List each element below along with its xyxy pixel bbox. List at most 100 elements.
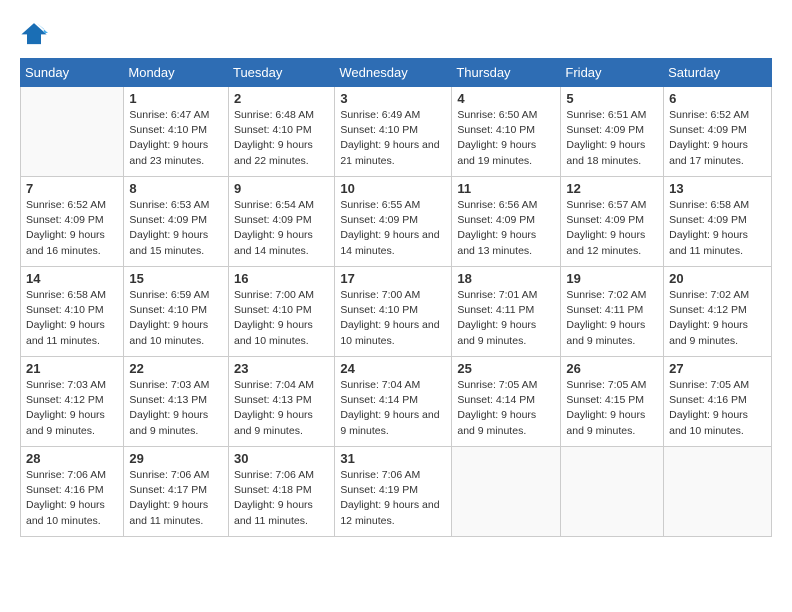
calendar-week-1: 1Sunrise: 6:47 AMSunset: 4:10 PMDaylight… bbox=[21, 87, 772, 177]
calendar-week-5: 28 Sunrise: 7:06 AMSunset: 4:16 PMDayligh… bbox=[21, 447, 772, 537]
calendar-cell: 31Sunrise: 7:06 AMSunset: 4:19 PMDayligh… bbox=[335, 447, 452, 537]
calendar-cell: 15 Sunrise: 6:59 AMSunset: 4:10 PMDayligh… bbox=[124, 267, 229, 357]
calendar-cell: 24 Sunrise: 7:04 AMSunset: 4:14 PMDayligh… bbox=[335, 357, 452, 447]
calendar-cell: 12 Sunrise: 6:57 AMSunset: 4:09 PMDayligh… bbox=[561, 177, 664, 267]
calendar-week-4: 21 Sunrise: 7:03 AMSunset: 4:12 PMDayligh… bbox=[21, 357, 772, 447]
calendar-cell bbox=[561, 447, 664, 537]
weekday-header-saturday: Saturday bbox=[664, 59, 772, 87]
day-detail: Sunrise: 7:05 AMSunset: 4:14 PMDaylight:… bbox=[457, 378, 555, 439]
day-number: 13 bbox=[669, 181, 766, 196]
day-number: 21 bbox=[26, 361, 118, 376]
day-detail: Sunrise: 6:52 AMSunset: 4:09 PMDaylight:… bbox=[669, 108, 766, 169]
day-number: 20 bbox=[669, 271, 766, 286]
calendar-cell: 14 Sunrise: 6:58 AMSunset: 4:10 PMDayligh… bbox=[21, 267, 124, 357]
day-number: 16 bbox=[234, 271, 329, 286]
day-number: 11 bbox=[457, 181, 555, 196]
calendar-cell: 28 Sunrise: 7:06 AMSunset: 4:16 PMDayligh… bbox=[21, 447, 124, 537]
day-number: 26 bbox=[566, 361, 658, 376]
calendar-cell: 19 Sunrise: 7:02 AMSunset: 4:11 PMDayligh… bbox=[561, 267, 664, 357]
day-detail: Sunrise: 7:02 AMSunset: 4:12 PMDaylight:… bbox=[669, 288, 766, 349]
day-detail: Sunrise: 7:03 AMSunset: 4:13 PMDaylight:… bbox=[129, 378, 223, 439]
calendar-cell: 29 Sunrise: 7:06 AMSunset: 4:17 PMDayligh… bbox=[124, 447, 229, 537]
day-detail: Sunrise: 6:55 AMSunset: 4:09 PMDaylight:… bbox=[340, 198, 446, 259]
logo-icon bbox=[20, 20, 48, 48]
day-detail: Sunrise: 6:49 AMSunset: 4:10 PMDaylight:… bbox=[340, 108, 446, 169]
logo bbox=[20, 20, 48, 48]
calendar-table: SundayMondayTuesdayWednesdayThursdayFrid… bbox=[20, 58, 772, 537]
day-number: 12 bbox=[566, 181, 658, 196]
day-number: 31 bbox=[340, 451, 446, 466]
day-number: 24 bbox=[340, 361, 446, 376]
calendar-cell: 30 Sunrise: 7:06 AMSunset: 4:18 PMDayligh… bbox=[228, 447, 334, 537]
day-detail: Sunrise: 6:47 AMSunset: 4:10 PMDaylight:… bbox=[129, 108, 223, 169]
calendar-cell: 26 Sunrise: 7:05 AMSunset: 4:15 PMDayligh… bbox=[561, 357, 664, 447]
day-number: 27 bbox=[669, 361, 766, 376]
calendar-cell bbox=[21, 87, 124, 177]
day-number: 18 bbox=[457, 271, 555, 286]
calendar-cell: 7 Sunrise: 6:52 AMSunset: 4:09 PMDaylight… bbox=[21, 177, 124, 267]
day-number: 28 bbox=[26, 451, 118, 466]
day-detail: Sunrise: 6:59 AMSunset: 4:10 PMDaylight:… bbox=[129, 288, 223, 349]
day-detail: Sunrise: 7:06 AMSunset: 4:17 PMDaylight:… bbox=[129, 468, 223, 529]
day-number: 15 bbox=[129, 271, 223, 286]
day-detail: Sunrise: 7:05 AMSunset: 4:15 PMDaylight:… bbox=[566, 378, 658, 439]
calendar-cell bbox=[664, 447, 772, 537]
day-number: 6 bbox=[669, 91, 766, 106]
calendar-cell: 16 Sunrise: 7:00 AMSunset: 4:10 PMDayligh… bbox=[228, 267, 334, 357]
weekday-header-sunday: Sunday bbox=[21, 59, 124, 87]
day-detail: Sunrise: 6:58 AMSunset: 4:10 PMDaylight:… bbox=[26, 288, 118, 349]
calendar-cell: 27 Sunrise: 7:05 AMSunset: 4:16 PMDayligh… bbox=[664, 357, 772, 447]
day-detail: Sunrise: 7:00 AMSunset: 4:10 PMDaylight:… bbox=[234, 288, 329, 349]
day-number: 10 bbox=[340, 181, 446, 196]
calendar-cell: 21 Sunrise: 7:03 AMSunset: 4:12 PMDayligh… bbox=[21, 357, 124, 447]
day-number: 7 bbox=[26, 181, 118, 196]
calendar-cell: 8 Sunrise: 6:53 AMSunset: 4:09 PMDaylight… bbox=[124, 177, 229, 267]
day-detail: Sunrise: 6:56 AMSunset: 4:09 PMDaylight:… bbox=[457, 198, 555, 259]
weekday-header-monday: Monday bbox=[124, 59, 229, 87]
day-detail: Sunrise: 6:58 AMSunset: 4:09 PMDaylight:… bbox=[669, 198, 766, 259]
day-detail: Sunrise: 6:48 AMSunset: 4:10 PMDaylight:… bbox=[234, 108, 329, 169]
calendar-cell: 17Sunrise: 7:00 AMSunset: 4:10 PMDayligh… bbox=[335, 267, 452, 357]
calendar-cell: 3 Sunrise: 6:49 AMSunset: 4:10 PMDaylight… bbox=[335, 87, 452, 177]
calendar-cell: 22 Sunrise: 7:03 AMSunset: 4:13 PMDayligh… bbox=[124, 357, 229, 447]
day-detail: Sunrise: 6:53 AMSunset: 4:09 PMDaylight:… bbox=[129, 198, 223, 259]
day-detail: Sunrise: 7:03 AMSunset: 4:12 PMDaylight:… bbox=[26, 378, 118, 439]
calendar-header-row: SundayMondayTuesdayWednesdayThursdayFrid… bbox=[21, 59, 772, 87]
calendar-cell: 2 Sunrise: 6:48 AMSunset: 4:10 PMDaylight… bbox=[228, 87, 334, 177]
day-number: 14 bbox=[26, 271, 118, 286]
day-number: 2 bbox=[234, 91, 329, 106]
header bbox=[20, 20, 772, 48]
day-number: 19 bbox=[566, 271, 658, 286]
day-detail: Sunrise: 6:57 AMSunset: 4:09 PMDaylight:… bbox=[566, 198, 658, 259]
day-detail: Sunrise: 7:01 AMSunset: 4:11 PMDaylight:… bbox=[457, 288, 555, 349]
weekday-header-wednesday: Wednesday bbox=[335, 59, 452, 87]
day-number: 3 bbox=[340, 91, 446, 106]
calendar-week-3: 14 Sunrise: 6:58 AMSunset: 4:10 PMDayligh… bbox=[21, 267, 772, 357]
day-number: 29 bbox=[129, 451, 223, 466]
calendar-cell bbox=[452, 447, 561, 537]
day-number: 4 bbox=[457, 91, 555, 106]
day-detail: Sunrise: 6:52 AMSunset: 4:09 PMDaylight:… bbox=[26, 198, 118, 259]
day-detail: Sunrise: 7:06 AMSunset: 4:16 PMDaylight:… bbox=[26, 468, 118, 529]
calendar-cell: 25 Sunrise: 7:05 AMSunset: 4:14 PMDayligh… bbox=[452, 357, 561, 447]
calendar-cell: 23 Sunrise: 7:04 AMSunset: 4:13 PMDayligh… bbox=[228, 357, 334, 447]
day-number: 23 bbox=[234, 361, 329, 376]
day-number: 30 bbox=[234, 451, 329, 466]
day-number: 9 bbox=[234, 181, 329, 196]
day-number: 22 bbox=[129, 361, 223, 376]
day-number: 17 bbox=[340, 271, 446, 286]
day-detail: Sunrise: 7:06 AMSunset: 4:18 PMDaylight:… bbox=[234, 468, 329, 529]
calendar-cell: 1Sunrise: 6:47 AMSunset: 4:10 PMDaylight… bbox=[124, 87, 229, 177]
day-detail: Sunrise: 7:05 AMSunset: 4:16 PMDaylight:… bbox=[669, 378, 766, 439]
calendar-cell: 10 Sunrise: 6:55 AMSunset: 4:09 PMDayligh… bbox=[335, 177, 452, 267]
day-number: 25 bbox=[457, 361, 555, 376]
weekday-header-tuesday: Tuesday bbox=[228, 59, 334, 87]
day-detail: Sunrise: 7:02 AMSunset: 4:11 PMDaylight:… bbox=[566, 288, 658, 349]
calendar-week-2: 7 Sunrise: 6:52 AMSunset: 4:09 PMDaylight… bbox=[21, 177, 772, 267]
day-detail: Sunrise: 7:04 AMSunset: 4:13 PMDaylight:… bbox=[234, 378, 329, 439]
day-number: 8 bbox=[129, 181, 223, 196]
weekday-header-friday: Friday bbox=[561, 59, 664, 87]
calendar-cell: 20 Sunrise: 7:02 AMSunset: 4:12 PMDayligh… bbox=[664, 267, 772, 357]
day-detail: Sunrise: 7:04 AMSunset: 4:14 PMDaylight:… bbox=[340, 378, 446, 439]
weekday-header-thursday: Thursday bbox=[452, 59, 561, 87]
